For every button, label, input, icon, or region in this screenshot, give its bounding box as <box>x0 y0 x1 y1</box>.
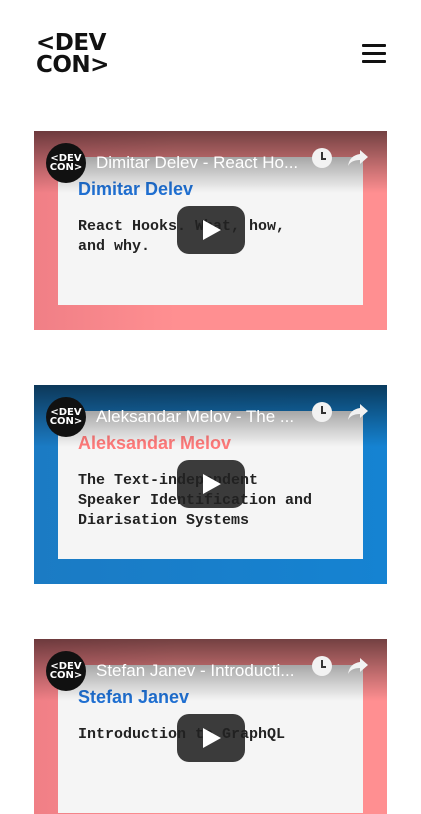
video-title[interactable]: Aleksandar Melov - The ... <box>96 407 306 427</box>
logo-line-2: CON> <box>36 52 109 78</box>
share-icon[interactable] <box>346 655 370 677</box>
play-icon[interactable] <box>177 206 245 254</box>
video-embed-1[interactable]: Dimitar Delev React Hooks. What, how, an… <box>34 131 387 330</box>
avatar-line-2: CON> <box>49 416 83 427</box>
play-icon[interactable] <box>177 714 245 762</box>
clock-icon[interactable] <box>312 148 332 168</box>
video-title[interactable]: Dimitar Delev - React Ho... <box>96 153 306 173</box>
play-icon[interactable] <box>177 460 245 508</box>
site-header: <DEV CON> <box>0 0 421 110</box>
clock-icon[interactable] <box>312 402 332 422</box>
menu-bar <box>362 52 386 55</box>
avatar-line-2: CON> <box>49 670 83 681</box>
channel-avatar[interactable]: <DEV CON> <box>46 143 86 183</box>
hamburger-menu-icon[interactable] <box>362 44 386 64</box>
video-embed-3[interactable]: Stefan Janev Introduction to GraphQL <DE… <box>34 639 387 814</box>
devcon-logo[interactable]: <DEV CON> <box>36 32 120 80</box>
share-icon[interactable] <box>346 147 370 169</box>
video-embed-2[interactable]: Aleksandar Melov The Text-independent Sp… <box>34 385 387 584</box>
menu-bar <box>362 60 386 63</box>
menu-bar <box>362 44 386 47</box>
channel-avatar[interactable]: <DEV CON> <box>46 397 86 437</box>
share-icon[interactable] <box>346 401 370 423</box>
clock-icon[interactable] <box>312 656 332 676</box>
avatar-line-2: CON> <box>49 162 83 173</box>
channel-avatar[interactable]: <DEV CON> <box>46 651 86 691</box>
video-title[interactable]: Stefan Janev - Introducti... <box>96 661 306 681</box>
logo-line-1: <DEV <box>36 30 106 56</box>
